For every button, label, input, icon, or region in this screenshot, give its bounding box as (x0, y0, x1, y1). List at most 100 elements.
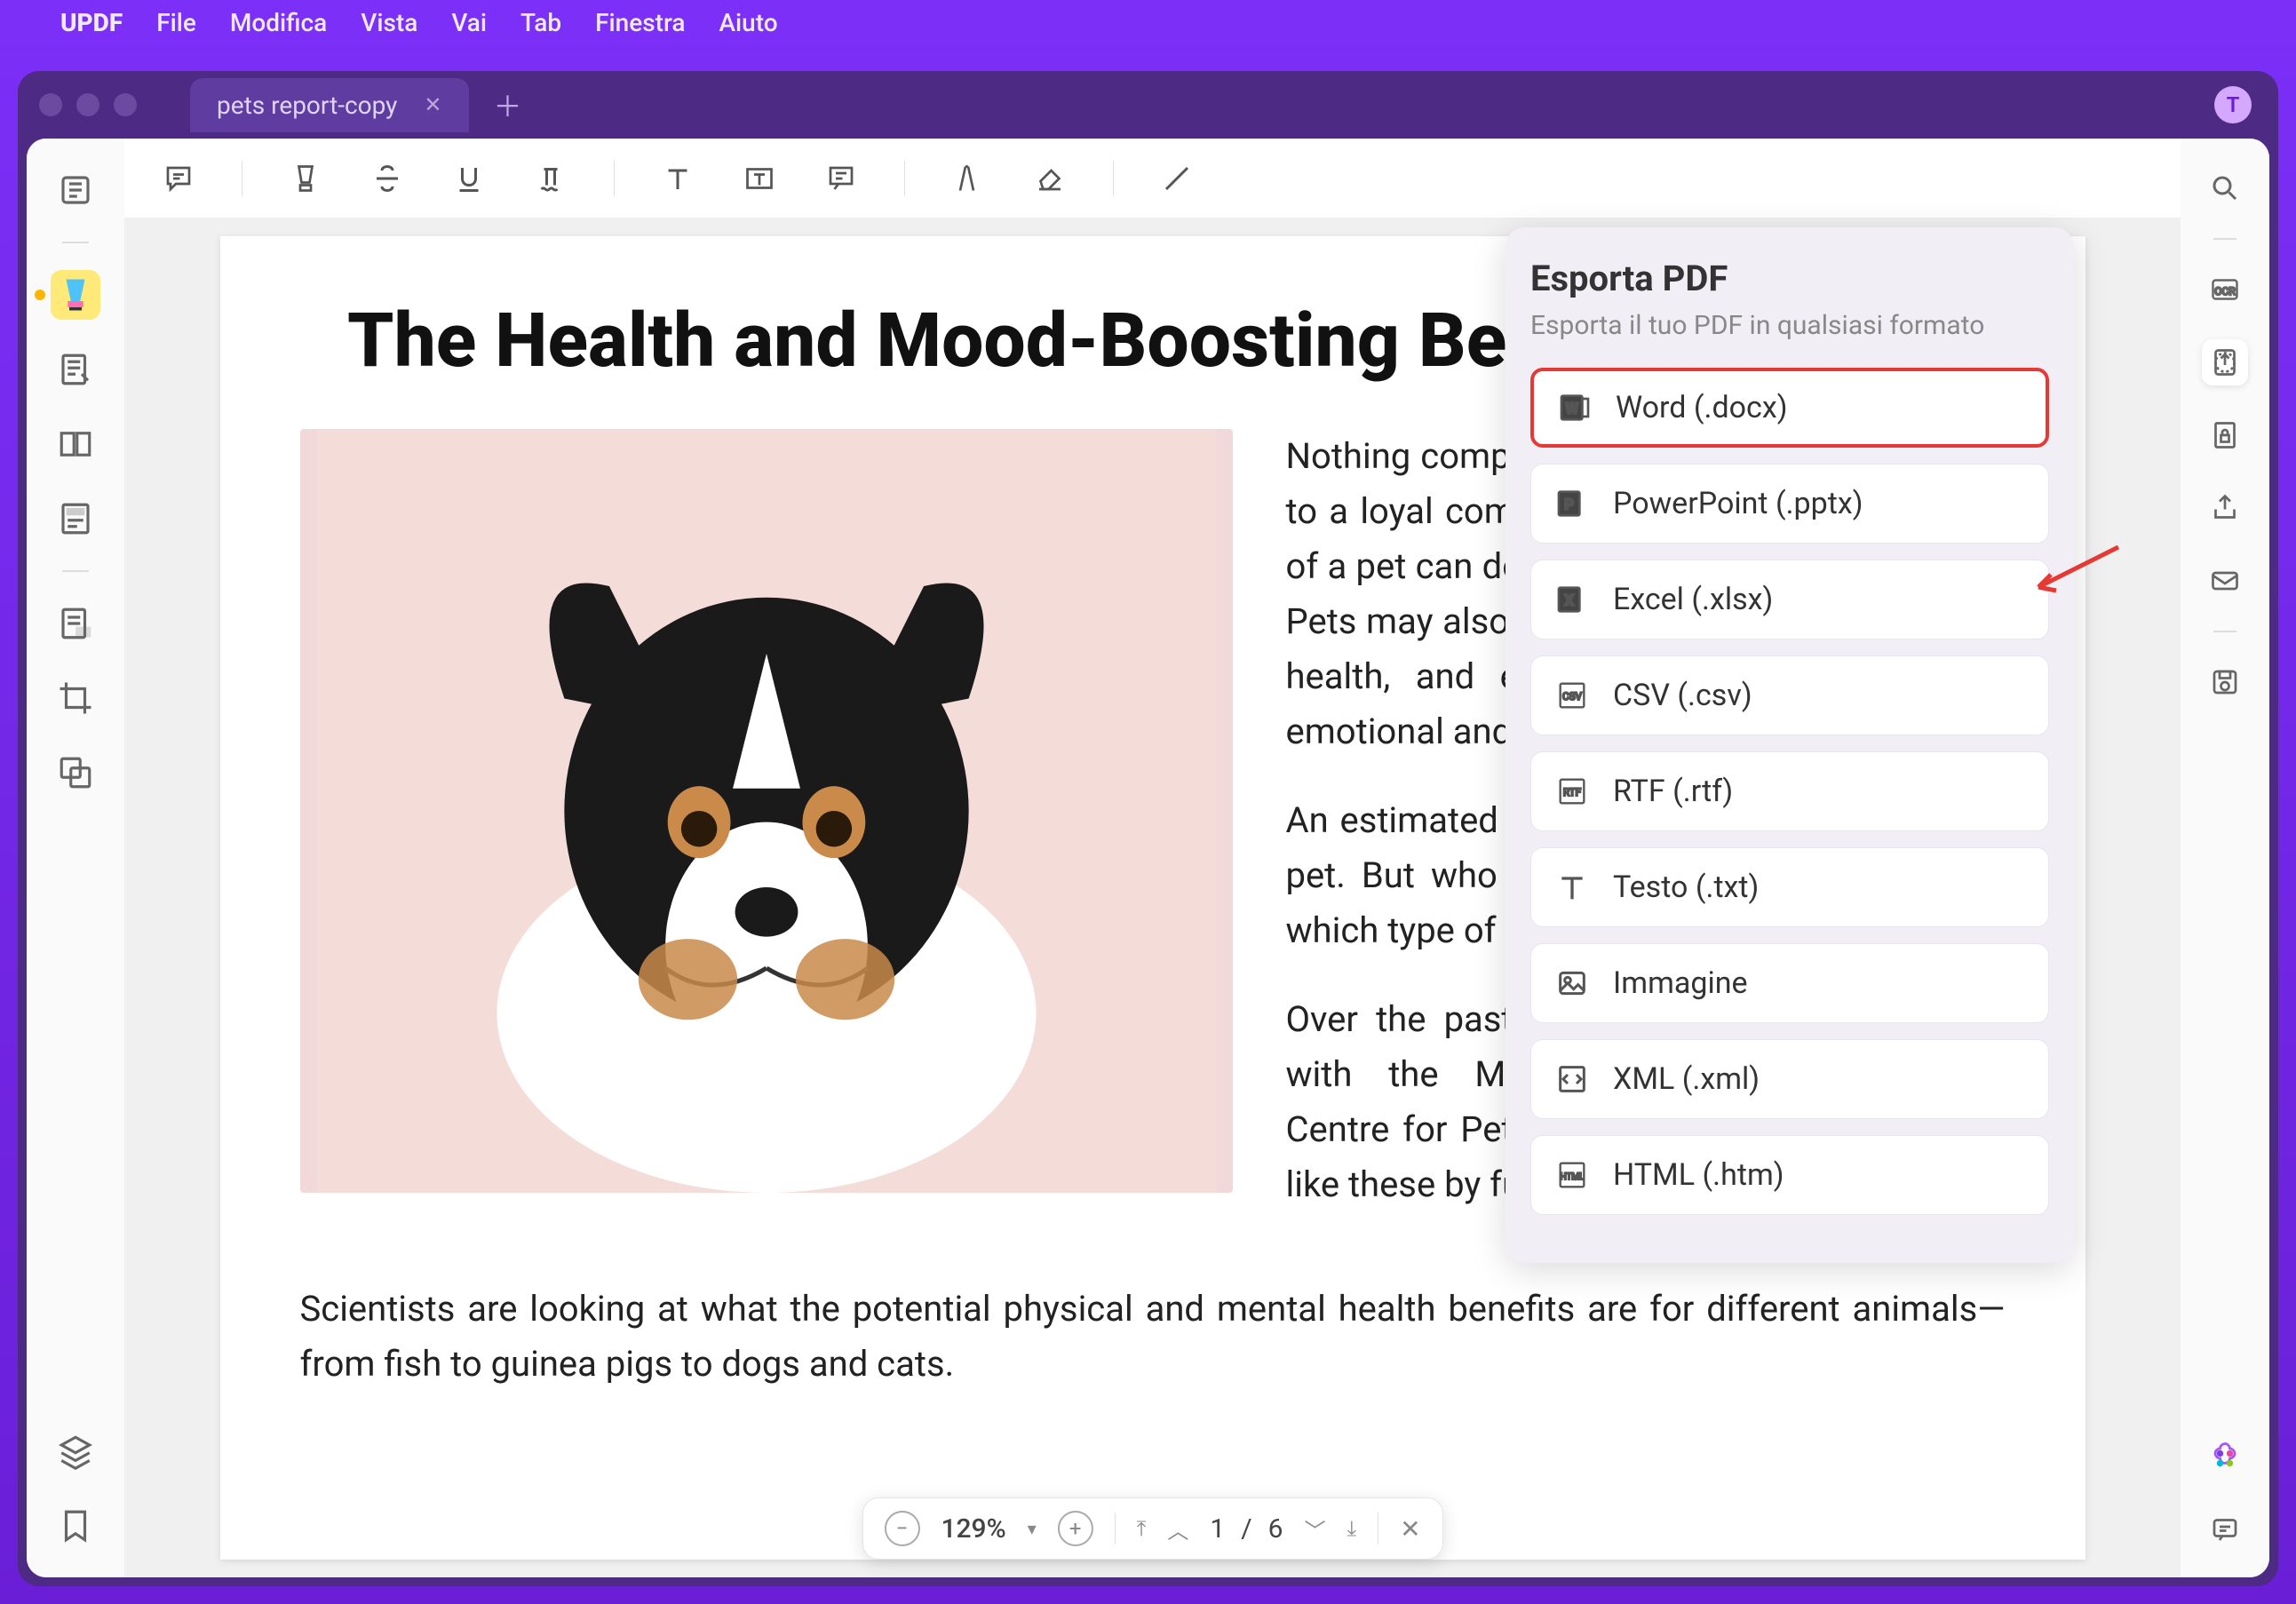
export-option-label: Immagine (1613, 965, 1748, 1001)
document-image (300, 429, 1233, 1193)
page-indicator: 1 / 6 (1210, 1513, 1283, 1544)
compare-tool[interactable] (51, 748, 100, 798)
squiggly-tool[interactable] (532, 160, 569, 197)
strikethrough-tool[interactable] (369, 160, 406, 197)
separator (1115, 1513, 1116, 1544)
textbox-tool[interactable] (741, 160, 778, 197)
minimize-window-icon[interactable] (76, 93, 99, 116)
export-option-img[interactable]: Immagine (1530, 943, 2049, 1023)
separator (614, 161, 615, 196)
redact-tool[interactable] (51, 599, 100, 648)
text-tool[interactable] (659, 160, 696, 197)
edit-tool[interactable] (51, 345, 100, 394)
export-button[interactable] (2202, 339, 2248, 385)
search-button[interactable] (2202, 165, 2248, 211)
app-frame: pets report-copy ✕ ＋ T (18, 71, 2278, 1586)
word-icon: W (1557, 390, 1593, 425)
app-name[interactable]: UPDF (60, 8, 123, 37)
img-icon (1554, 965, 1590, 1001)
menu-file[interactable]: File (156, 8, 196, 37)
tab-title: pets report-copy (217, 91, 397, 120)
csv-icon: CSV (1554, 678, 1590, 713)
export-option-label: CSV (.csv) (1613, 678, 1752, 713)
note-tool[interactable] (160, 160, 197, 197)
svg-text:X: X (1564, 592, 1574, 609)
line-tool[interactable] (1158, 160, 1196, 197)
underline-tool[interactable] (450, 160, 488, 197)
zoom-out-button[interactable]: − (884, 1511, 919, 1546)
current-page[interactable]: 1 (1210, 1513, 1225, 1544)
bottom-controls: − 129% ▾ + ⤒ ︿ 1 / 6 ﹀ ⤓ ✕ (862, 1497, 1442, 1560)
svg-text:HTML: HTML (1560, 1172, 1585, 1182)
separator (1113, 161, 1114, 196)
menu-go[interactable]: Vai (451, 8, 487, 37)
reader-tool[interactable] (51, 165, 100, 215)
close-window-icon[interactable] (39, 93, 62, 116)
rtf-icon: RTF (1554, 774, 1590, 809)
highlight-color-tool[interactable] (287, 160, 324, 197)
tab-strip: pets report-copy ✕ ＋ T (18, 71, 2278, 139)
ocr-button[interactable]: OCR (2202, 266, 2248, 313)
pages-tool[interactable] (51, 419, 100, 469)
txt-icon (1554, 869, 1590, 905)
menu-view[interactable]: Vista (361, 8, 417, 37)
menu-help[interactable]: Aiuto (719, 8, 777, 37)
export-option-label: RTF (.rtf) (1613, 774, 1733, 809)
email-button[interactable] (2202, 558, 2248, 604)
zoom-level[interactable]: 129% (941, 1513, 1005, 1544)
layers-tool[interactable] (51, 1426, 100, 1476)
close-tab-icon[interactable]: ✕ (424, 92, 441, 117)
document-tab[interactable]: pets report-copy ✕ (190, 78, 469, 132)
prev-page-button[interactable]: ︿ (1167, 1513, 1188, 1544)
main-area: The Health and Mood-Boosting Benefits of… (124, 139, 2181, 1577)
divider (2213, 631, 2236, 632)
svg-text:W: W (1565, 401, 1578, 417)
last-page-button[interactable]: ⤓ (1347, 1516, 1356, 1541)
protect-button[interactable] (2202, 412, 2248, 458)
comment-button[interactable] (2202, 1506, 2248, 1552)
export-option-csv[interactable]: CSV CSV (.csv) (1530, 655, 2049, 735)
menu-tab[interactable]: Tab (520, 8, 561, 37)
app-window: The Health and Mood-Boosting Benefits of… (27, 139, 2269, 1577)
menu-window[interactable]: Finestra (595, 8, 685, 37)
divider (62, 242, 89, 243)
callout-tool[interactable] (822, 160, 860, 197)
ai-button[interactable] (2202, 1435, 2248, 1481)
svg-text:RTF: RTF (1563, 786, 1582, 798)
menu-edit[interactable]: Modifica (230, 8, 327, 37)
right-sidebar: OCR (2181, 139, 2269, 1577)
save-button[interactable] (2202, 659, 2248, 705)
annotation-toolbar (124, 139, 2181, 218)
export-option-xml[interactable]: XML (.xml) (1530, 1039, 2049, 1119)
user-avatar[interactable]: T (2214, 86, 2252, 123)
highlight-tool[interactable] (51, 270, 100, 320)
excel-icon: X (1554, 582, 1590, 617)
total-pages: 6 (1268, 1513, 1283, 1544)
form-tool[interactable] (51, 494, 100, 544)
zoom-in-button[interactable]: + (1058, 1511, 1093, 1546)
crop-tool[interactable] (51, 673, 100, 723)
export-option-label: Excel (.xlsx) (1613, 582, 1773, 617)
maximize-window-icon[interactable] (114, 93, 137, 116)
separator (904, 161, 905, 196)
svg-text:P: P (1564, 496, 1574, 513)
new-tab-button[interactable]: ＋ (494, 84, 522, 125)
export-option-txt[interactable]: Testo (.txt) (1530, 847, 2049, 927)
export-option-ppt[interactable]: PPowerPoint (.pptx) (1530, 464, 2049, 544)
divider (2213, 238, 2236, 240)
first-page-button[interactable]: ⤒ (1137, 1516, 1147, 1541)
export-panel: Esporta PDF Esporta il tuo PDF in qualsi… (1506, 227, 2074, 1263)
export-option-html[interactable]: HTMLHTML (.htm) (1530, 1135, 2049, 1215)
pencil-tool[interactable] (949, 160, 987, 197)
export-option-word[interactable]: WWord (.docx) (1530, 368, 2049, 448)
export-option-rtf[interactable]: RTF RTF (.rtf) (1530, 751, 2049, 831)
export-option-label: Testo (.txt) (1613, 869, 1759, 905)
zoom-dropdown-icon[interactable]: ▾ (1028, 1518, 1037, 1539)
export-option-excel[interactable]: X Excel (.xlsx) (1530, 560, 2049, 639)
eraser-tool[interactable] (1031, 160, 1069, 197)
svg-text:CSV: CSV (1562, 690, 1583, 703)
bookmark-tool[interactable] (51, 1501, 100, 1551)
close-controls-button[interactable]: ✕ (1400, 1514, 1420, 1544)
next-page-button[interactable]: ﹀ (1304, 1513, 1325, 1544)
share-button[interactable] (2202, 485, 2248, 531)
